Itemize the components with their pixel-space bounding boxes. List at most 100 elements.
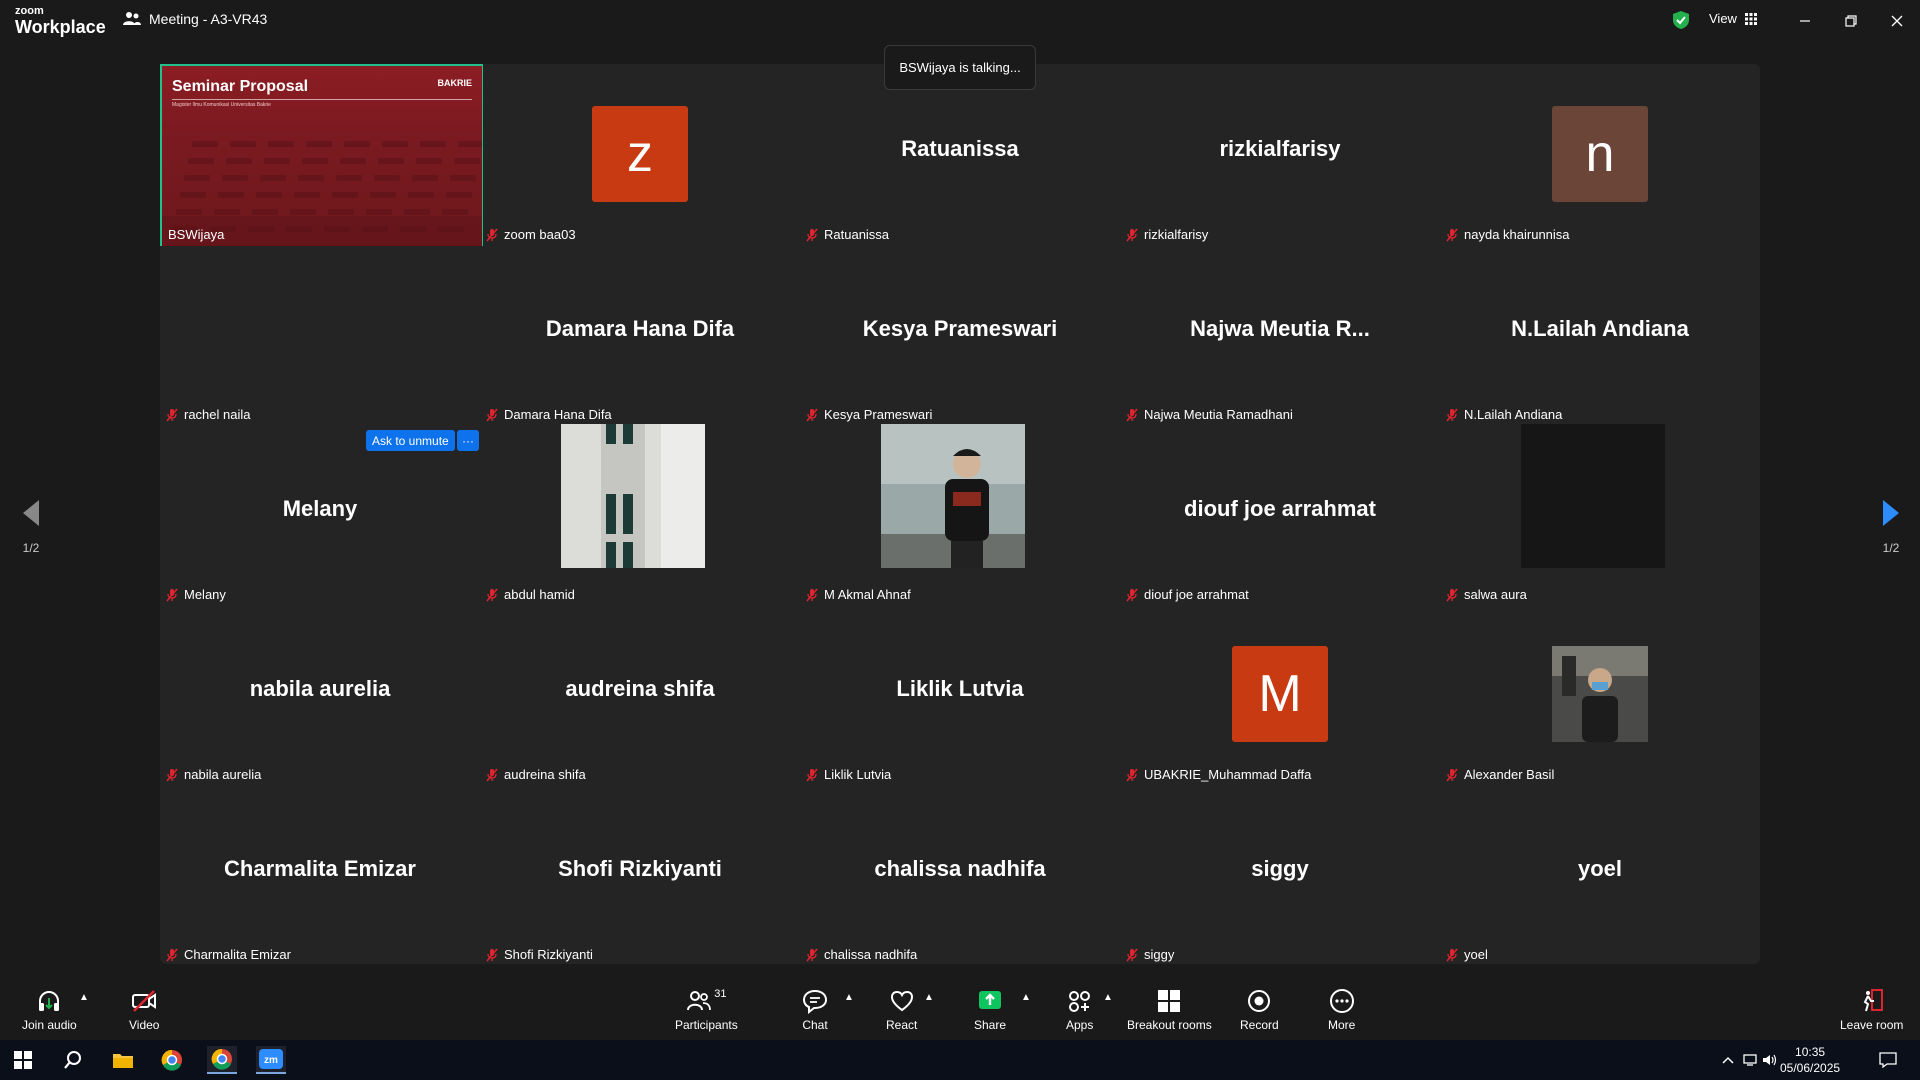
participant-tile[interactable]: yoel yoel: [1440, 784, 1760, 964]
mic-off-icon: [1126, 228, 1138, 241]
video-button[interactable]: Video: [129, 988, 159, 1032]
chevron-left-icon: [23, 500, 39, 526]
participant-tile[interactable]: rachel naila: [160, 244, 480, 424]
search-button[interactable]: [58, 1046, 88, 1074]
chrome-profile-button[interactable]: [207, 1046, 237, 1074]
participant-tile[interactable]: Seminar Proposal Magister Ilmu Komunikasi…: [160, 64, 483, 246]
participant-name: Shofi Rizkiyanti: [504, 947, 593, 962]
participant-tile[interactable]: n nayda khairunnisa: [1440, 64, 1760, 244]
video-label: Video: [129, 1018, 160, 1032]
logo-small-text: zoom: [15, 5, 44, 17]
ask-to-unmute-button[interactable]: Ask to unmute: [366, 430, 455, 451]
participant-name-label: Ratuanissa: [806, 227, 889, 242]
meeting-info-button[interactable]: Meeting - A3-VR43: [123, 11, 267, 27]
participants-button[interactable]: 31 Participants: [675, 988, 738, 1032]
page-indicator-right: 1/2: [1882, 541, 1900, 555]
react-options-caret[interactable]: ▲: [924, 992, 934, 1003]
participant-tile[interactable]: audreina shifa audreina shifa: [480, 604, 800, 784]
participant-tile[interactable]: salwa aura: [1440, 424, 1760, 604]
participant-tile[interactable]: M Akmal Ahnaf: [800, 424, 1120, 604]
participant-tile[interactable]: rizkialfarisy rizkialfarisy: [1120, 64, 1440, 244]
apps-button[interactable]: Apps: [1066, 988, 1093, 1032]
participant-display-name: diouf joe arrahmat: [1184, 496, 1376, 521]
participant-tile[interactable]: Liklik Lutvia Liklik Lutvia: [800, 604, 1120, 784]
mic-off-icon: [486, 408, 498, 421]
participant-name-label: abdul hamid: [486, 587, 575, 602]
participant-tile[interactable]: Melany Melany: [160, 424, 480, 604]
participant-name: rachel naila: [184, 407, 251, 422]
slide-subtitle: Magister Ilmu Komunikasi Universitas Bak…: [172, 102, 271, 108]
shield-icon[interactable]: [1672, 10, 1690, 30]
share-button[interactable]: Share: [974, 988, 1006, 1032]
record-icon: [1248, 990, 1271, 1012]
mic-off-icon: [1446, 768, 1458, 781]
participant-tile[interactable]: z zoom baa03: [480, 64, 800, 244]
view-button[interactable]: View: [1709, 11, 1757, 26]
participant-display-name: Melany: [282, 496, 358, 521]
mic-off-icon: [1126, 948, 1138, 961]
start-button[interactable]: [8, 1046, 38, 1074]
react-button[interactable]: React: [886, 988, 917, 1032]
participant-tile[interactable]: abdul hamid: [480, 424, 800, 604]
participant-tile[interactable]: Damara Hana Difa Damara Hana Difa: [480, 244, 800, 424]
apps-options-caret[interactable]: ▲: [1103, 992, 1113, 1003]
more-button[interactable]: More: [1328, 988, 1355, 1032]
participant-tile[interactable]: nabila aurelia nabila aurelia: [160, 604, 480, 784]
participant-tile[interactable]: chalissa nadhifa chalissa nadhifa: [800, 784, 1120, 964]
participant-name: UBAKRIE_Muhammad Daffa: [1144, 767, 1312, 782]
heart-icon: [890, 990, 913, 1012]
zoom-taskbar-button[interactable]: zm: [256, 1046, 286, 1074]
mic-off-icon: [1126, 768, 1138, 781]
page-indicator-left: 1/2: [22, 541, 40, 555]
close-button[interactable]: [1886, 10, 1908, 32]
chat-options-caret[interactable]: ▲: [844, 992, 854, 1003]
mic-off-icon: [806, 768, 818, 781]
file-explorer-button[interactable]: [108, 1046, 138, 1074]
restore-button[interactable]: [1840, 10, 1862, 32]
participant-tile[interactable]: M UBAKRIE_Muhammad Daffa: [1120, 604, 1440, 784]
headphones-icon: [39, 991, 60, 1011]
join-audio-button[interactable]: Join audio: [22, 988, 77, 1032]
participant-tile[interactable]: Najwa Meutia R... Najwa Meutia Ramadhani: [1120, 244, 1440, 424]
participant-tile[interactable]: siggy siggy: [1120, 784, 1440, 964]
share-options-caret[interactable]: ▲: [1021, 992, 1031, 1003]
participant-avatar: M: [1232, 646, 1328, 742]
participant-tile[interactable]: diouf joe arrahmat diouf joe arrahmat: [1120, 424, 1440, 604]
minimize-button[interactable]: [1794, 10, 1816, 32]
participant-tile[interactable]: Kesya Prameswari Kesya Prameswari: [800, 244, 1120, 424]
search-icon: [64, 1051, 81, 1069]
participant-name: diouf joe arrahmat: [1144, 587, 1249, 602]
network-button[interactable]: [1742, 1046, 1758, 1074]
participant-avatar: n: [1552, 106, 1648, 202]
apps-label: Apps: [1066, 1018, 1094, 1032]
notifications-button[interactable]: [1873, 1046, 1903, 1074]
audio-options-caret[interactable]: ▲: [79, 992, 89, 1003]
participant-tile[interactable]: Alexander Basil: [1440, 604, 1760, 784]
participant-tile[interactable]: N.Lailah Andiana N.Lailah Andiana: [1440, 244, 1760, 424]
mic-off-icon: [486, 768, 498, 781]
participant-name-label: diouf joe arrahmat: [1126, 587, 1249, 602]
participant-tile[interactable]: Charmalita Emizar Charmalita Emizar: [160, 784, 480, 964]
network-icon: [1743, 1054, 1757, 1066]
next-page-button[interactable]: 1/2: [1876, 498, 1906, 555]
svg-text:zm: zm: [264, 1055, 278, 1066]
participant-name: audreina shifa: [504, 767, 586, 782]
system-clock[interactable]: 10:35 05/06/2025: [1780, 1044, 1840, 1076]
participant-display-name: nabila aurelia: [249, 676, 391, 701]
participant-name-label: rachel naila: [166, 407, 251, 422]
participant-tile[interactable]: Ratuanissa Ratuanissa: [800, 64, 1120, 244]
tile-more-button[interactable]: ···: [457, 430, 479, 451]
participant-name-label: N.Lailah Andiana: [1446, 407, 1562, 422]
mic-off-icon: [486, 588, 498, 601]
participant-tile[interactable]: Shofi Rizkiyanti Shofi Rizkiyanti: [480, 784, 800, 964]
chat-button[interactable]: Chat: [802, 988, 828, 1032]
show-hidden-icons-button[interactable]: [1720, 1046, 1736, 1074]
leave-room-button[interactable]: Leave room: [1840, 988, 1903, 1032]
record-button[interactable]: Record: [1240, 988, 1279, 1032]
breakout-rooms-button[interactable]: Breakout rooms: [1127, 988, 1212, 1032]
participant-name-label: Kesya Prameswari: [806, 407, 932, 422]
volume-button[interactable]: [1762, 1046, 1778, 1074]
apps-icon: [1068, 991, 1090, 1012]
previous-page-button[interactable]: 1/2: [16, 498, 46, 555]
chrome-button[interactable]: [157, 1046, 187, 1074]
